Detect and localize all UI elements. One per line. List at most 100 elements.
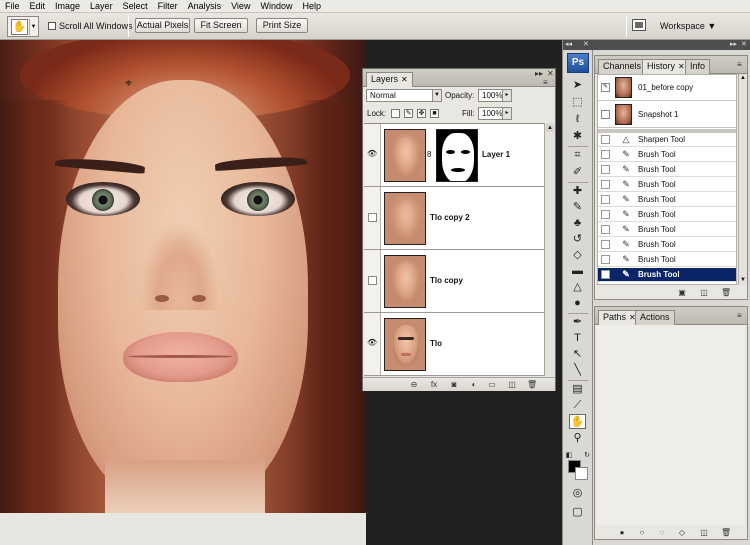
layer-row-tlo-copy[interactable]: Tlo copy [364,250,544,313]
blur-tool-icon[interactable]: △ [569,280,586,295]
new-snapshot-icon[interactable]: ◫ [699,288,709,298]
swap-colors-icon[interactable]: ↻ [582,448,592,463]
history-source-box[interactable] [601,270,610,279]
link-chain-icon[interactable]: 8 [427,150,431,159]
document-canvas[interactable]: ⌖ [0,40,366,513]
tab-actions[interactable]: Actions [635,310,675,325]
layer-row-layer-1[interactable]: 👁 8 Layer 1 [364,124,544,187]
eyedropper-3d-tool-icon[interactable]: ⟋ [569,398,586,413]
actual-pixels-button[interactable]: Actual Pixels [135,18,190,33]
stroke-path-icon[interactable]: ○ [637,528,647,538]
delete-layer-icon[interactable]: 🗑 [527,380,537,390]
checkbox-box[interactable] [48,22,56,30]
fill-input[interactable]: 100% ▸ [478,107,512,120]
history-snapshot[interactable]: Snapshot 1 [598,102,736,128]
adjustment-layer-icon[interactable]: ◐ [469,380,479,390]
fill-path-icon[interactable]: ● [617,528,627,538]
history-state[interactable]: ✎ Brush Tool [598,163,736,177]
scroll-up-icon[interactable]: ▲ [739,74,747,82]
collapse-icon[interactable]: ▸▸ [535,70,543,78]
history-state[interactable]: △ Sharpen Tool [598,133,736,147]
path-as-selection-icon[interactable]: ◌ [657,528,667,538]
history-scrollbar[interactable]: ▲ ▼ [738,74,747,285]
new-document-from-state-icon[interactable]: ▣ [677,288,687,298]
new-path-icon[interactable]: ◫ [699,528,709,538]
move-tool-icon[interactable]: ➤ [569,78,586,93]
menu-select[interactable]: Select [118,0,153,13]
delete-path-icon[interactable]: 🗑 [721,528,731,538]
new-layer-icon[interactable]: ◫ [507,380,517,390]
zoom-tool-icon[interactable]: ⚲ [569,431,586,446]
layers-scrollbar[interactable]: ▲ [544,123,555,376]
panel-menu-icon[interactable]: ≡ [737,61,742,69]
blend-mode-select[interactable]: Normal ▼ [366,89,442,102]
history-state[interactable]: ✎ Brush Tool [598,193,736,207]
menu-image[interactable]: Image [50,0,85,13]
gradient-tool-icon[interactable]: ▬ [569,264,586,279]
panel-well-icon[interactable] [632,19,646,31]
lock-pixels-icon[interactable]: ✎ [404,109,413,118]
history-source-box[interactable] [601,210,610,219]
layer-mask-thumbnail[interactable] [436,129,478,182]
delete-state-icon[interactable]: 🗑 [721,288,731,298]
tab-layers[interactable]: Layers ✕ [366,72,413,87]
crop-tool-icon[interactable]: ⌗ [569,148,586,163]
scroll-up-icon[interactable]: ▲ [546,124,554,132]
scroll-all-windows-checkbox[interactable]: Scroll All Windows [48,21,133,31]
menu-help[interactable]: Help [297,0,326,13]
history-source-box[interactable] [601,165,610,174]
history-source-box[interactable] [601,135,610,144]
history-state-selected[interactable]: ✎ Brush Tool [598,268,736,282]
history-state[interactable]: ✎ Brush Tool [598,223,736,237]
scroll-down-icon[interactable]: ▼ [739,276,747,284]
workspace-switcher[interactable]: Workspace ▼ [660,21,716,31]
history-source-box[interactable] [601,225,610,234]
history-brush-tool-icon[interactable]: ↺ [569,232,586,247]
history-source-box[interactable] [601,180,610,189]
history-source-box[interactable]: ✎ [601,83,610,92]
close-icon[interactable]: ✕ [401,75,408,84]
history-source-box[interactable] [601,240,610,249]
layer-visibility-toggle[interactable] [364,187,381,249]
menu-file[interactable]: File [0,0,25,13]
collapse-icon[interactable]: ◂◂ [565,40,572,50]
history-state[interactable]: ✎ Brush Tool [598,148,736,162]
new-group-icon[interactable]: ▭ [487,380,497,390]
layer-row-tlo[interactable]: 👁 Tlo [364,313,544,376]
path-selection-tool-icon[interactable]: ↖ [569,347,586,362]
menu-analysis[interactable]: Analysis [183,0,227,13]
eyedropper-tool-icon[interactable]: ✐ [569,165,586,180]
add-mask-icon[interactable]: ◙ [449,380,459,390]
tab-channels[interactable]: Channels [598,59,647,74]
default-colors-icon[interactable]: ◧ [564,448,574,463]
layer-visibility-toggle[interactable]: 👁 [364,313,381,375]
panel-menu-icon[interactable]: ≡ [543,79,548,87]
magic-wand-tool-icon[interactable]: ✱ [569,129,586,144]
layer-row-tlo-copy-2[interactable]: Tlo copy 2 [364,187,544,250]
screen-mode-icon[interactable]: ▢ [569,505,586,520]
history-source-box[interactable] [601,195,610,204]
menu-layer[interactable]: Layer [85,0,118,13]
link-layers-icon[interactable]: ⊖ [409,380,419,390]
panel-menu-icon[interactable]: ≡ [737,312,742,320]
shape-tool-icon[interactable]: ╲ [569,363,586,378]
menu-edit[interactable]: Edit [25,0,51,13]
lock-all-icon[interactable]: ■ [430,109,439,118]
healing-brush-tool-icon[interactable]: ✚ [569,184,586,199]
clone-stamp-tool-icon[interactable]: ♣ [569,216,586,231]
hand-tool-icon[interactable]: ✋ [569,414,586,429]
tab-info[interactable]: Info [685,59,711,74]
dodge-tool-icon[interactable]: ● [569,296,586,311]
make-work-path-icon[interactable]: ◇ [677,528,687,538]
quick-mask-icon[interactable]: ◎ [569,486,586,501]
type-tool-icon[interactable]: T [569,331,586,346]
close-icon[interactable]: ✕ [547,70,554,78]
layer-style-icon[interactable]: fx [429,380,439,390]
menu-view[interactable]: View [226,0,255,13]
history-source-box[interactable] [601,255,610,264]
close-icon[interactable]: ✕ [583,40,589,50]
tool-preset-picker[interactable]: ✋ ▼ [7,16,39,37]
notes-tool-icon[interactable]: ▤ [569,382,586,397]
history-source-box[interactable] [601,150,610,159]
history-snapshot[interactable]: ✎ 01_before copy [598,75,736,101]
